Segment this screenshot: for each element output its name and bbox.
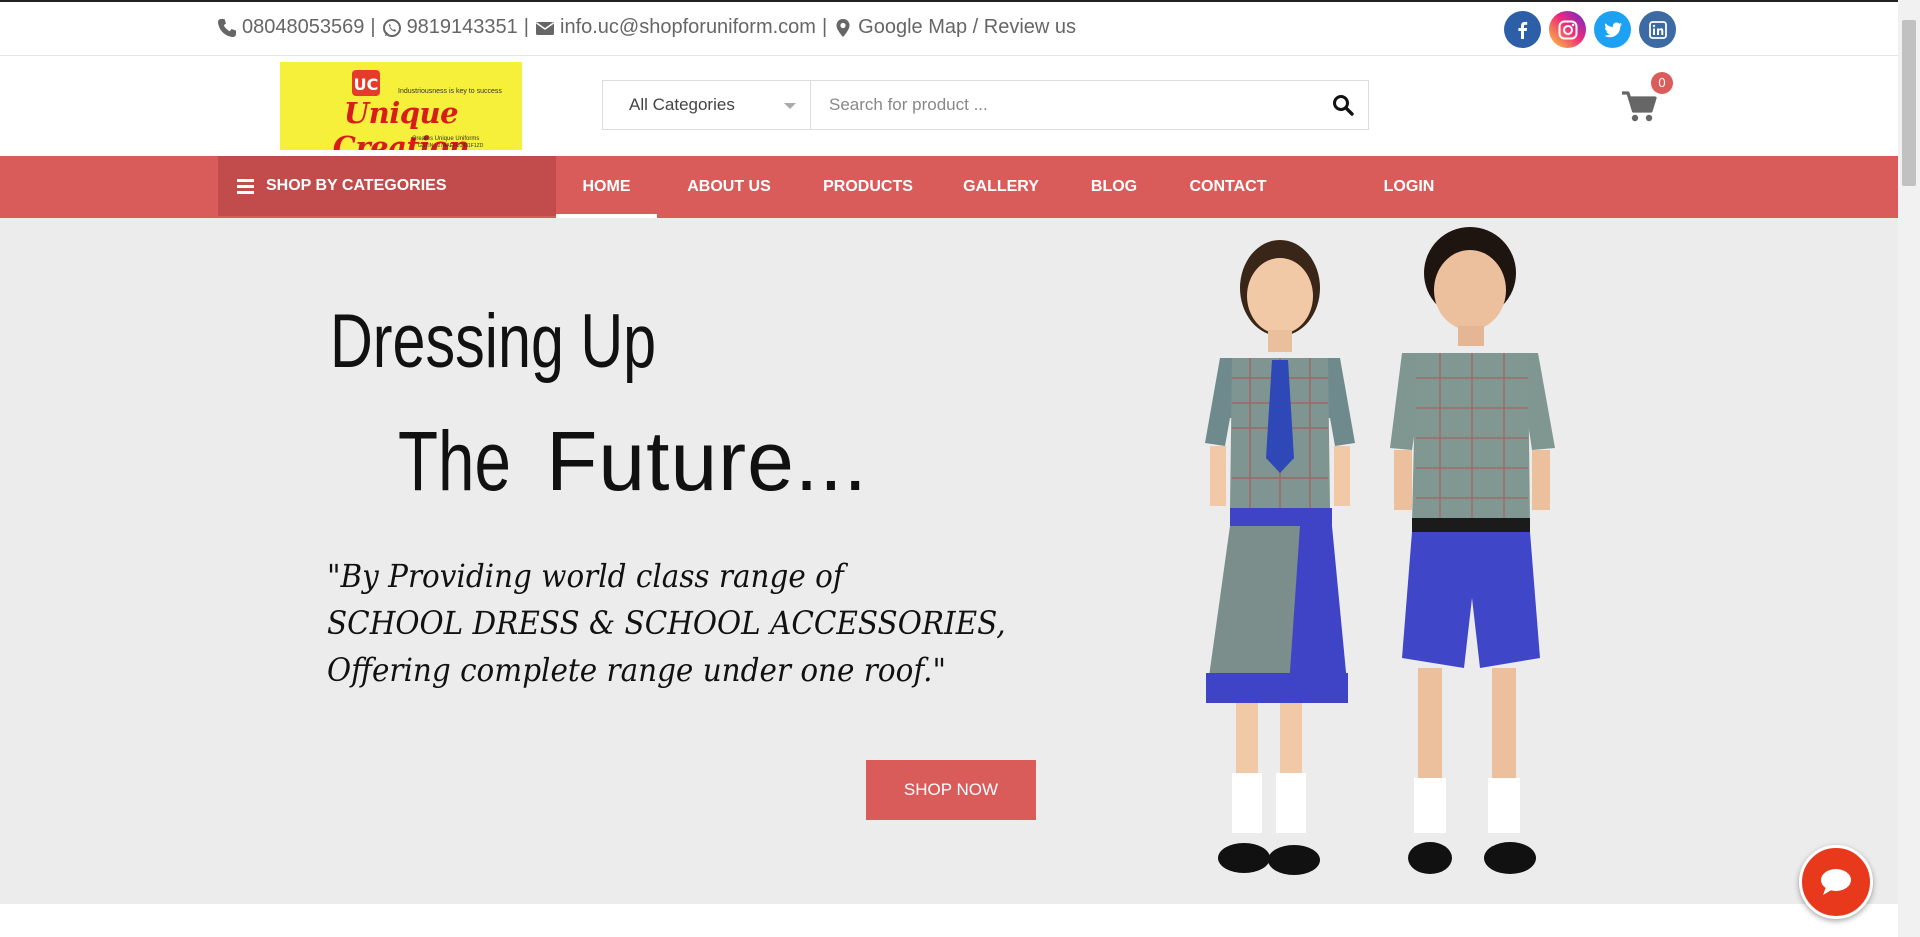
- site-header: UC Industriousness is key to success Uni…: [0, 56, 1898, 156]
- hero-heading-the: The: [398, 414, 511, 508]
- nav-contact[interactable]: CONTACT: [1180, 156, 1276, 218]
- hero-quote-line3: Offering complete range under one roof.": [327, 651, 947, 689]
- hero-heading-line1: Dressing Up: [330, 299, 657, 384]
- uc-logo-mark: UC: [352, 70, 380, 96]
- logo-name: Unique Creation: [332, 96, 470, 150]
- separator: |: [370, 16, 376, 38]
- category-select-value: All Categories: [629, 95, 735, 114]
- envelope-icon: [535, 18, 555, 38]
- search-icon: [1333, 95, 1354, 116]
- nav-about-us[interactable]: ABOUT US: [671, 156, 787, 218]
- category-select[interactable]: All Categories: [603, 81, 811, 129]
- separator: |: [523, 16, 529, 38]
- hero-quote: "By Providing world class range of SCHOO…: [327, 553, 1006, 694]
- google-map-link[interactable]: Google Map / Review us: [858, 16, 1076, 39]
- page-scrollbar[interactable]: [1898, 0, 1920, 937]
- separator: |: [821, 16, 828, 38]
- site-logo[interactable]: UC Industriousness is key to success Uni…: [280, 62, 522, 150]
- hero-heading-line2: The Future...: [398, 413, 868, 510]
- twitter-icon[interactable]: [1594, 11, 1631, 48]
- contact-info: 08048053569 | 9819143351 | info.uc@shopf…: [217, 16, 1076, 39]
- logo-subtitle: Creates Unique Uniforms: [412, 136, 480, 142]
- children-in-uniform-image: [1205, 227, 1555, 875]
- shop-now-button[interactable]: SHOP NOW: [866, 760, 1036, 820]
- product-search: All Categories: [602, 80, 1369, 130]
- logo-tagline: Industriousness is key to success: [398, 88, 502, 95]
- hero-quote-line1: "By Providing world class range of: [327, 557, 844, 595]
- logo-mark-text: UC: [354, 75, 379, 94]
- instagram-icon[interactable]: [1549, 11, 1586, 48]
- nav-gallery[interactable]: GALLERY: [952, 156, 1050, 218]
- shopping-cart-icon: [1622, 91, 1657, 122]
- linkedin-icon[interactable]: [1639, 11, 1676, 48]
- hero-heading-future: Future...: [546, 414, 868, 508]
- nav-blog[interactable]: BLOG: [1077, 156, 1151, 218]
- cart-count-badge: 0: [1651, 72, 1673, 94]
- social-links: [1504, 11, 1676, 48]
- menu-icon: [237, 176, 254, 197]
- phone-link-2[interactable]: 9819143351: [407, 16, 518, 39]
- hero-banner: Dressing Up The Future... "By Providing …: [0, 218, 1898, 904]
- nav-home[interactable]: HOME: [556, 156, 657, 218]
- chevron-down-icon: [784, 103, 796, 109]
- shop-by-categories-label: SHOP BY CATEGORIES: [266, 177, 447, 194]
- main-nav: SHOP BY CATEGORIES HOME ABOUT US PRODUCT…: [0, 156, 1898, 218]
- email-link[interactable]: info.uc@shopforuniform.com: [560, 16, 816, 39]
- map-marker-icon: [833, 18, 853, 38]
- nav-products[interactable]: PRODUCTS: [812, 156, 924, 218]
- nav-login[interactable]: LOGIN: [1372, 156, 1446, 218]
- hero-quote-line2: SCHOOL DRESS & SCHOOL ACCESSORIES,: [327, 604, 1006, 642]
- whatsapp-icon: [382, 18, 402, 38]
- top-contact-bar: 08048053569 | 9819143351 | info.uc@shopf…: [0, 2, 1898, 56]
- facebook-icon[interactable]: [1504, 11, 1541, 48]
- shop-by-categories-button[interactable]: SHOP BY CATEGORIES: [218, 156, 556, 216]
- chat-button[interactable]: [1799, 845, 1873, 919]
- cart-button[interactable]: [1620, 86, 1660, 126]
- phone-icon: [217, 18, 237, 38]
- boy-figure: [1390, 227, 1555, 874]
- phone-link-1[interactable]: 08048053569: [242, 16, 364, 39]
- search-button[interactable]: [1318, 81, 1368, 129]
- scrollbar-thumb[interactable]: [1902, 20, 1916, 186]
- chat-bubble-icon: [1821, 869, 1851, 895]
- page: 08048053569 | 9819143351 | info.uc@shopf…: [0, 0, 1898, 937]
- girl-figure: [1205, 240, 1355, 875]
- logo-gstin: GSTIN : 27AAEFU1431F1ZD: [418, 143, 484, 149]
- search-input[interactable]: [811, 81, 1318, 129]
